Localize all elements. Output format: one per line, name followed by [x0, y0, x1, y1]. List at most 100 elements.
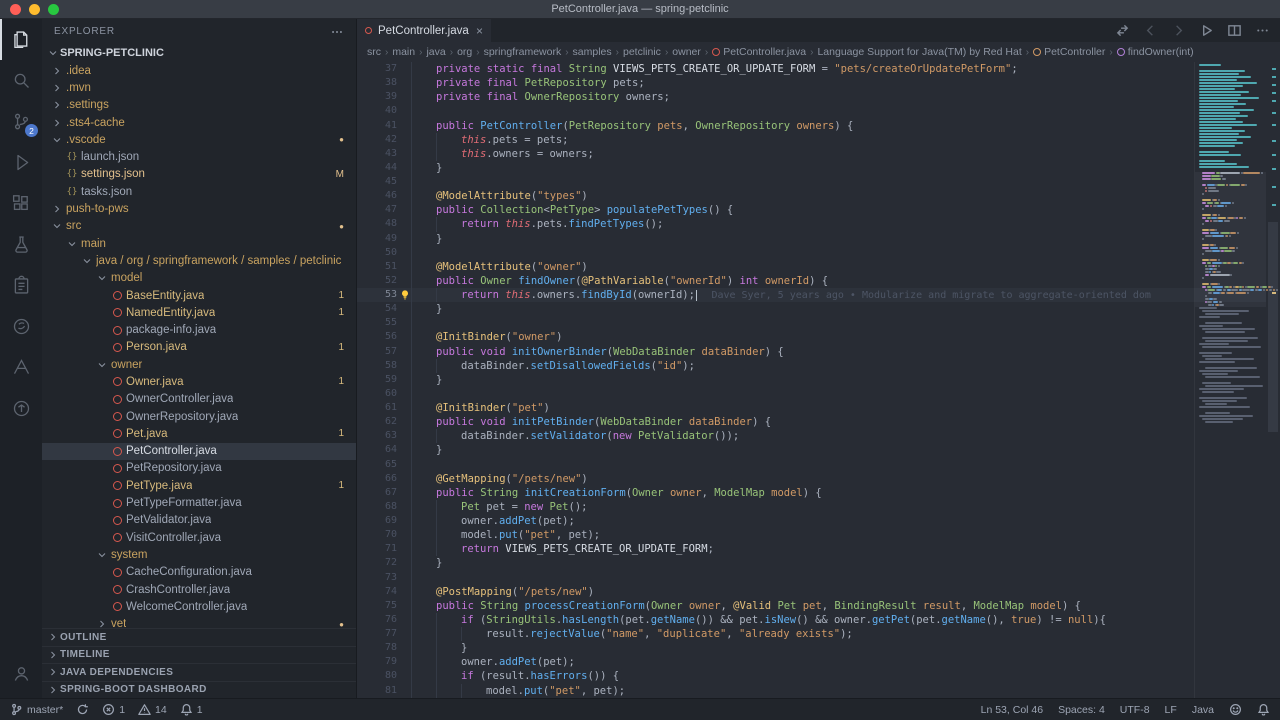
- breadcrumb-item[interactable]: PetController: [1033, 46, 1105, 58]
- code-area[interactable]: 37private static final String VIEWS_PETS…: [357, 62, 1280, 698]
- tree-folder[interactable]: vet●: [42, 616, 356, 629]
- code-line[interactable]: 56@InitBinder("owner"): [357, 330, 1266, 344]
- code-line[interactable]: 70model.put("pet", pet);: [357, 528, 1266, 542]
- tree-file[interactable]: {}settings.jsonM: [42, 166, 356, 183]
- code-line[interactable]: 37private static final String VIEWS_PETS…: [357, 62, 1266, 76]
- code-line[interactable]: 64}: [357, 443, 1266, 457]
- tree-file[interactable]: CacheConfiguration.java: [42, 564, 356, 581]
- code-line[interactable]: 57public void initOwnerBinder(WebDataBin…: [357, 345, 1266, 359]
- sync-status[interactable]: [76, 703, 89, 716]
- code-line[interactable]: 50: [357, 246, 1266, 260]
- cursor-position[interactable]: Ln 53, Col 46: [981, 704, 1043, 716]
- forward-icon[interactable]: [1171, 23, 1186, 38]
- tree-file[interactable]: OwnerController.java: [42, 391, 356, 408]
- tree-file[interactable]: PetRepository.java: [42, 460, 356, 477]
- tree-folder[interactable]: model: [42, 270, 356, 287]
- source-control-icon[interactable]: 2: [0, 101, 42, 142]
- code-line[interactable]: 60: [357, 387, 1266, 401]
- tab-petcontroller[interactable]: PetController.java ×: [357, 19, 491, 42]
- tree-file[interactable]: NamedEntity.java1: [42, 304, 356, 321]
- spring-boot-icon[interactable]: [0, 306, 42, 347]
- tree-file[interactable]: PetTypeFormatter.java: [42, 494, 356, 511]
- code-line[interactable]: 40: [357, 104, 1266, 118]
- zoom-window-button[interactable]: [48, 4, 59, 15]
- tree-folder[interactable]: .vscode●: [42, 131, 356, 148]
- code-line[interactable]: 81model.put("pet", pet);: [357, 684, 1266, 698]
- tree-file[interactable]: Person.java1: [42, 339, 356, 356]
- tree-file[interactable]: BaseEntity.java1: [42, 287, 356, 304]
- language-mode[interactable]: Java: [1192, 704, 1214, 716]
- close-tab-icon[interactable]: ×: [476, 25, 483, 37]
- tree-file[interactable]: package-info.java: [42, 321, 356, 338]
- tree-folder[interactable]: .sts4-cache: [42, 114, 356, 131]
- scrollbar-thumb[interactable]: [1268, 222, 1278, 432]
- code-line[interactable]: 76if (StringUtils.hasLength(pet.getName(…: [357, 613, 1266, 627]
- maven-icon[interactable]: [0, 347, 42, 388]
- tree-folder[interactable]: java / org / springframework / samples /…: [42, 252, 356, 269]
- code-line[interactable]: 79owner.addPet(pet);: [357, 655, 1266, 669]
- breadcrumb-item[interactable]: springframework: [484, 46, 562, 58]
- tree-file[interactable]: PetValidator.java: [42, 512, 356, 529]
- more-actions-icon[interactable]: [1255, 23, 1270, 38]
- minimap-viewport[interactable]: [1195, 172, 1266, 307]
- notifications-count[interactable]: 1: [180, 703, 203, 716]
- code-line[interactable]: 49}: [357, 232, 1266, 246]
- code-line[interactable]: 43this.owners = owners;: [357, 147, 1266, 161]
- tree-file[interactable]: PetController.java: [42, 443, 356, 460]
- code-line[interactable]: 71return VIEWS_PETS_CREATE_OR_UPDATE_FOR…: [357, 542, 1266, 556]
- tree-folder[interactable]: main: [42, 235, 356, 252]
- live-share-icon[interactable]: [0, 388, 42, 429]
- tree-file[interactable]: PetType.java1: [42, 477, 356, 494]
- tree-file[interactable]: VisitController.java: [42, 529, 356, 546]
- code-line[interactable]: 55: [357, 316, 1266, 330]
- more-actions-icon[interactable]: [330, 25, 344, 39]
- breadcrumb-item[interactable]: PetController.java: [712, 46, 806, 58]
- code-line[interactable]: 73: [357, 571, 1266, 585]
- code-line[interactable]: 41public PetController(PetRepository pet…: [357, 119, 1266, 133]
- tree-file[interactable]: {}launch.json: [42, 148, 356, 165]
- code-line[interactable]: 53return this.owners.findById(ownerId);D…: [357, 288, 1266, 302]
- minimap[interactable]: [1194, 62, 1266, 698]
- breadcrumb-item[interactable]: petclinic: [623, 46, 661, 58]
- tree-file[interactable]: WelcomeController.java: [42, 598, 356, 615]
- back-icon[interactable]: [1143, 23, 1158, 38]
- code-line[interactable]: 61@InitBinder("pet"): [357, 401, 1266, 415]
- breadcrumb-item[interactable]: owner: [672, 46, 701, 58]
- code-line[interactable]: 63dataBinder.setValidator(new PetValidat…: [357, 429, 1266, 443]
- tree-file[interactable]: OwnerRepository.java: [42, 408, 356, 425]
- close-window-button[interactable]: [10, 4, 21, 15]
- code-line[interactable]: 69owner.addPet(pet);: [357, 514, 1266, 528]
- breadcrumb-item[interactable]: samples: [573, 46, 612, 58]
- code-line[interactable]: 51@ModelAttribute("owner"): [357, 260, 1266, 274]
- code-line[interactable]: 74@PostMapping("/pets/new"): [357, 585, 1266, 599]
- code-line[interactable]: 80if (result.hasErrors()) {: [357, 669, 1266, 683]
- tree-root-spring-petclinic[interactable]: SPRING-PETCLINIC: [42, 44, 356, 62]
- breadcrumb-item[interactable]: Language Support for Java(TM) by Red Hat: [817, 46, 1021, 58]
- code-line[interactable]: 48return this.pets.findPetTypes();: [357, 217, 1266, 231]
- breadcrumb-item[interactable]: findOwner(int): [1117, 46, 1194, 58]
- feedback[interactable]: [1229, 703, 1242, 716]
- tree-folder[interactable]: system: [42, 546, 356, 563]
- account-icon[interactable]: [0, 653, 42, 694]
- tree-file[interactable]: Owner.java1: [42, 373, 356, 390]
- sidebar-section-timeline[interactable]: TIMELINE: [42, 646, 356, 664]
- search-icon[interactable]: [0, 60, 42, 101]
- open-changes-icon[interactable]: [1115, 23, 1130, 38]
- code-line[interactable]: 38private final PetRepository pets;: [357, 76, 1266, 90]
- code-line[interactable]: 78}: [357, 641, 1266, 655]
- problems-errors[interactable]: 1: [102, 703, 125, 716]
- eol[interactable]: LF: [1165, 704, 1177, 716]
- code-line[interactable]: 44}: [357, 161, 1266, 175]
- encoding[interactable]: UTF-8: [1120, 704, 1150, 716]
- code-line[interactable]: 39private final OwnerRepository owners;: [357, 90, 1266, 104]
- code-line[interactable]: 68Pet pet = new Pet();: [357, 500, 1266, 514]
- branch-status[interactable]: master*: [10, 703, 63, 716]
- code-line[interactable]: 77result.rejectValue("name", "duplicate"…: [357, 627, 1266, 641]
- run-debug-icon[interactable]: [0, 142, 42, 183]
- code-line[interactable]: 59}: [357, 373, 1266, 387]
- code-line[interactable]: 67public String initCreationForm(Owner o…: [357, 486, 1266, 500]
- tree-file[interactable]: Pet.java1: [42, 425, 356, 442]
- breadcrumb-item[interactable]: java: [426, 46, 445, 58]
- code-line[interactable]: 58dataBinder.setDisallowedFields("id");: [357, 359, 1266, 373]
- tree-folder[interactable]: .idea: [42, 62, 356, 79]
